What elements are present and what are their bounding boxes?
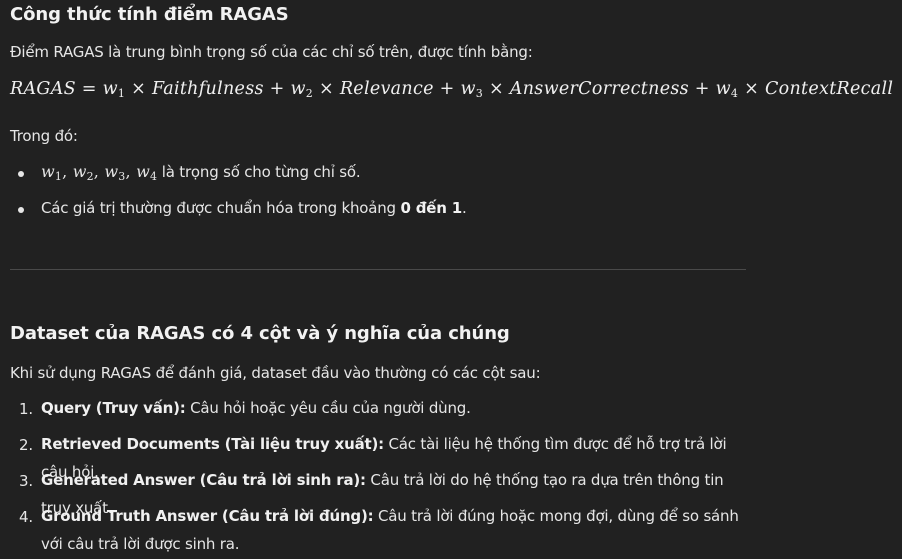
formula-term-answer-correctness: AnswerCorrectness — [509, 79, 689, 99]
formula-intro-text: Điểm RAGAS là trung bình trọng số của cá… — [10, 43, 533, 61]
formula-times: × — [744, 79, 760, 99]
bullet-normalized-prefix: Các giá trị thường được chuẩn hóa trong … — [41, 199, 401, 217]
formula-plus: + — [269, 79, 285, 99]
list-item: 3. Generated Answer (Câu trả lời sinh ra… — [10, 466, 750, 517]
list-item-desc: Câu hỏi hoặc yêu cầu của người dùng. — [185, 399, 471, 417]
list-item-number: 4. — [19, 508, 33, 526]
dataset-intro-text: Khi sử dụng RAGAS để đánh giá, dataset đ… — [10, 364, 541, 382]
horizontal-divider — [10, 269, 746, 270]
list-item-term: Generated Answer (Câu trả lời sinh ra): — [41, 471, 366, 489]
list-item: 4. Ground Truth Answer (Câu trả lời đúng… — [10, 502, 750, 558]
formula-term-relevance: Relevance — [339, 79, 434, 99]
formula-equals: = — [81, 79, 97, 99]
list-item: 1. Query (Truy vấn): Câu hỏi hoặc yêu cầ… — [10, 394, 750, 422]
list-item-term: Ground Truth Answer (Câu trả lời đúng): — [41, 507, 374, 525]
list-item-term: Retrieved Documents (Tài liệu truy xuất)… — [41, 435, 384, 453]
formula-weight-1: w1 — [102, 79, 126, 100]
formula-weight-3: w3 — [460, 79, 484, 100]
formula-times: × — [318, 79, 334, 99]
bullet-normalized-suffix: . — [461, 199, 467, 217]
formula-weight-2: w2 — [290, 79, 314, 100]
ragas-formula: RAGAS = w1 × Faithfulness + w2 × Relevan… — [10, 79, 893, 99]
bullet-dot-icon — [18, 207, 24, 213]
bullet-item-normalized: Các giá trị thường được chuẩn hóa trong … — [10, 199, 710, 223]
list-item-term: Query (Truy vấn): — [41, 399, 186, 417]
formula-plus: + — [439, 79, 455, 99]
formula-term-context-recall: ContextRecall — [764, 79, 894, 99]
list-item-number: 3. — [19, 472, 33, 490]
formula-plus: + — [694, 79, 710, 99]
document-page: Công thức tính điểm RAGAS Điểm RAGAS là … — [0, 0, 902, 559]
formula-times: × — [488, 79, 504, 99]
bullet-normalized-range: 0 đến 1 — [400, 199, 462, 217]
section-heading-ragas-formula: Công thức tính điểm RAGAS — [10, 4, 289, 25]
section-heading-dataset: Dataset của RAGAS có 4 cột và ý nghĩa củ… — [10, 323, 510, 344]
formula-times: × — [131, 79, 147, 99]
list-item-number: 1. — [19, 400, 33, 418]
bullet-item-weights: w1, w2, w3, w4 là trọng số cho từng chỉ … — [10, 162, 710, 186]
where-label: Trong đó: — [10, 127, 78, 145]
bullet-weights-text: là trọng số cho từng chỉ số. — [161, 163, 361, 181]
formula-lhs: RAGAS — [10, 79, 76, 99]
weights-math: w1, w2, w3, w4 — [41, 162, 158, 183]
list-item: 2. Retrieved Documents (Tài liệu truy xu… — [10, 430, 750, 481]
formula-weight-4: w4 — [715, 79, 739, 100]
formula-term-faithfulness: Faithfulness — [151, 79, 264, 99]
list-item-number: 2. — [19, 436, 33, 454]
bullet-dot-icon — [18, 171, 24, 177]
